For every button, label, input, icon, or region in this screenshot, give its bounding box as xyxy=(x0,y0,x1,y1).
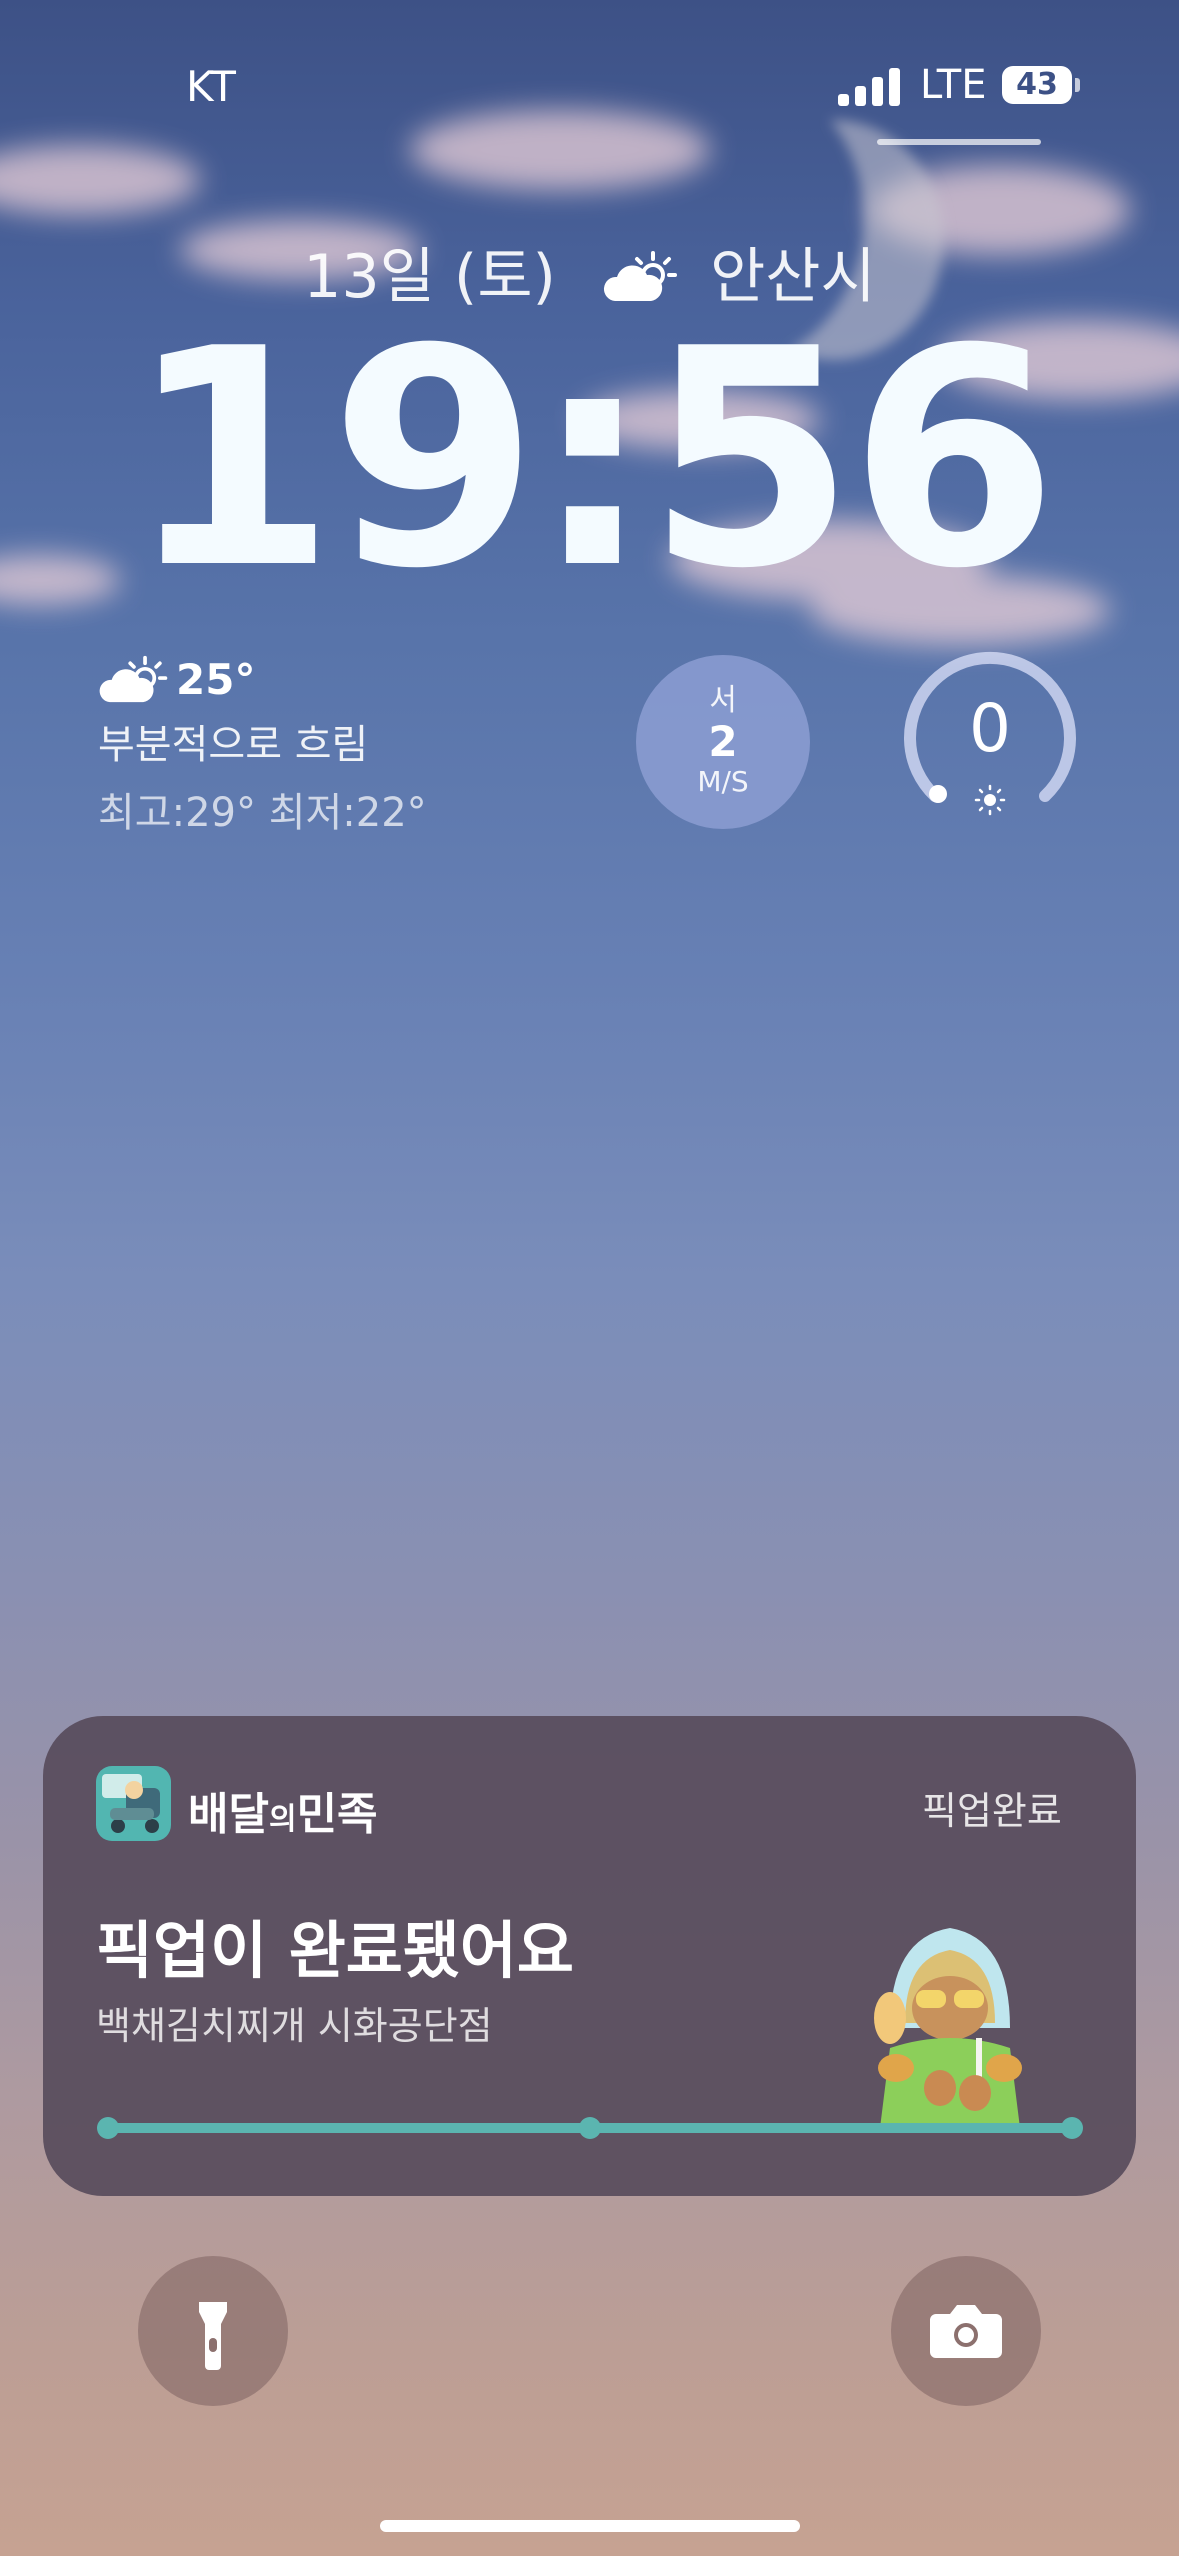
restaurant-name: 백채김치찌개 시화공단점 xyxy=(96,2004,493,2048)
flashlight-icon xyxy=(199,2302,227,2370)
weather-widget[interactable]: 25° 부분적으로 흐림 최고:29° 최저:22° xyxy=(98,654,427,838)
network-type-label: LTE xyxy=(920,62,987,108)
carrier-label: KT xyxy=(186,62,236,111)
wind-unit: M/S xyxy=(697,765,749,798)
current-temperature: 25° xyxy=(176,654,256,704)
uv-value: 0 xyxy=(969,690,1011,767)
mascot-illustration xyxy=(874,1928,1022,2128)
camera-button[interactable] xyxy=(891,2256,1041,2406)
progress-step-1 xyxy=(97,2117,119,2139)
wind-speed: 2 xyxy=(708,717,738,766)
partly-cloudy-icon xyxy=(99,655,168,703)
progress-step-2 xyxy=(579,2117,601,2139)
app-name: 배달의민족 xyxy=(188,1789,378,1840)
lock-screen-clock[interactable]: 19:56 xyxy=(0,310,1179,610)
baemin-app-icon xyxy=(96,1766,171,1841)
signal-strength-icon xyxy=(838,66,900,106)
progress-step-3 xyxy=(1061,2117,1083,2139)
delivery-status-tag: 픽업완료 xyxy=(922,1789,1062,1833)
notification-title: 픽업이 완료됐어요 xyxy=(96,1914,574,1987)
weather-condition: 부분적으로 흐림 xyxy=(98,722,369,768)
home-indicator[interactable] xyxy=(380,2520,800,2532)
camera-icon xyxy=(930,2305,1002,2358)
high-low-temperature: 최고:29° 최저:22° xyxy=(98,790,427,836)
wind-widget[interactable]: 서 2 M/S xyxy=(636,655,810,829)
control-center-indicator[interactable] xyxy=(877,139,1041,145)
battery-level: 43 xyxy=(1016,67,1058,102)
battery-icon: 43 xyxy=(1002,66,1080,104)
delivery-progress-bar xyxy=(97,2117,1083,2139)
uv-index-widget[interactable]: 0 xyxy=(900,650,1080,830)
sun-icon xyxy=(974,784,1006,816)
wind-direction: 서 xyxy=(709,683,737,718)
flashlight-button[interactable] xyxy=(138,2256,288,2406)
